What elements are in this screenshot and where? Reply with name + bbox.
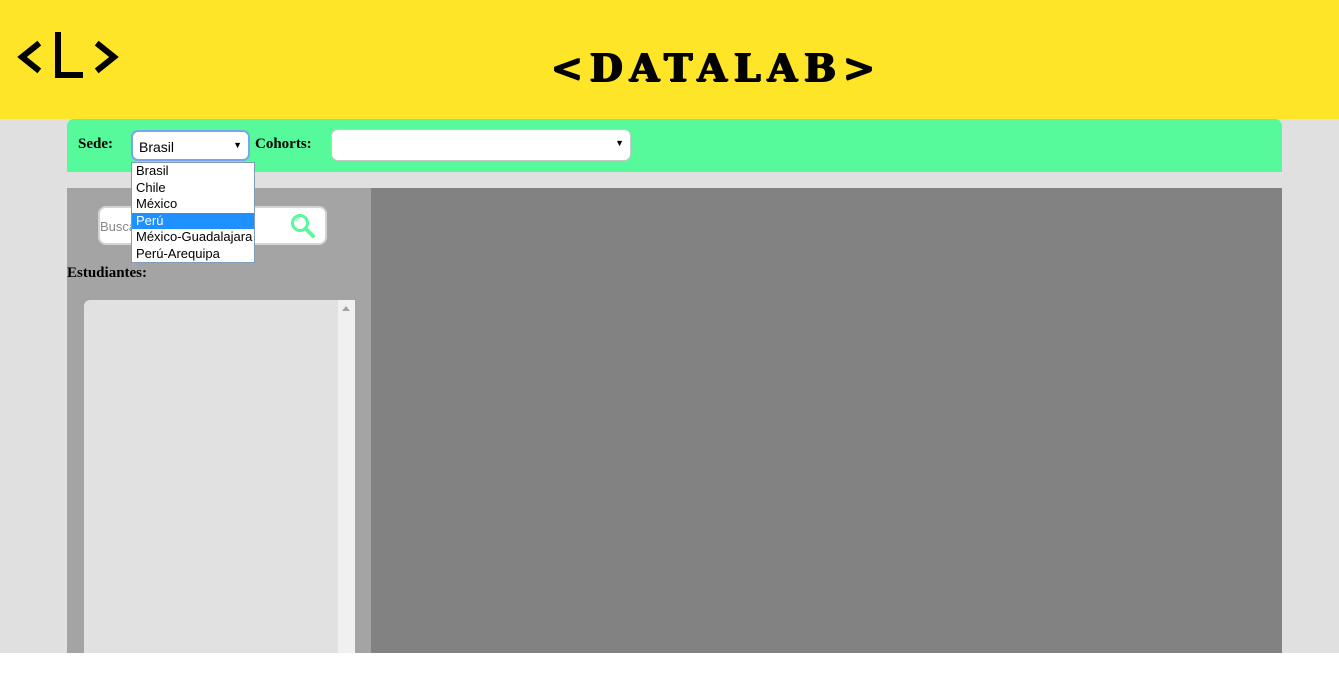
cohorts-label: Cohorts: — [255, 136, 312, 152]
sede-selected-value: Brasil — [139, 139, 175, 155]
cohorts-select[interactable]: ▼ — [331, 129, 631, 161]
sede-option-chile[interactable]: Chile — [132, 180, 254, 197]
header: <DATALAB> — [0, 0, 1339, 119]
sede-option-mexico[interactable]: México — [132, 196, 254, 213]
students-label: Estudiantes: — [67, 265, 148, 281]
sede-option-peru-arequipa[interactable]: Perú-Arequipa — [132, 246, 254, 263]
dropdown-arrow-icon: ▼ — [615, 138, 624, 148]
dropdown-arrow-icon: ▼ — [233, 140, 242, 150]
scrollbar[interactable] — [338, 300, 355, 653]
sede-select[interactable]: Brasil ▼ — [131, 130, 250, 161]
scroll-up-arrow-icon[interactable] — [342, 306, 350, 311]
sede-option-peru[interactable]: Perú — [132, 212, 254, 229]
sede-option-brasil[interactable]: Brasil — [132, 163, 254, 180]
search-icon[interactable] — [290, 213, 316, 239]
sede-dropdown-list[interactable]: Brasil Chile México Perú México-Guadalaj… — [131, 162, 255, 263]
students-list[interactable] — [84, 300, 355, 653]
main-content-panel — [371, 188, 1282, 653]
sede-option-mexico-guadalajara[interactable]: México-Guadalajara — [132, 229, 254, 246]
site-title: <DATALAB> — [550, 45, 883, 90]
sede-label: Sede: — [78, 136, 113, 152]
